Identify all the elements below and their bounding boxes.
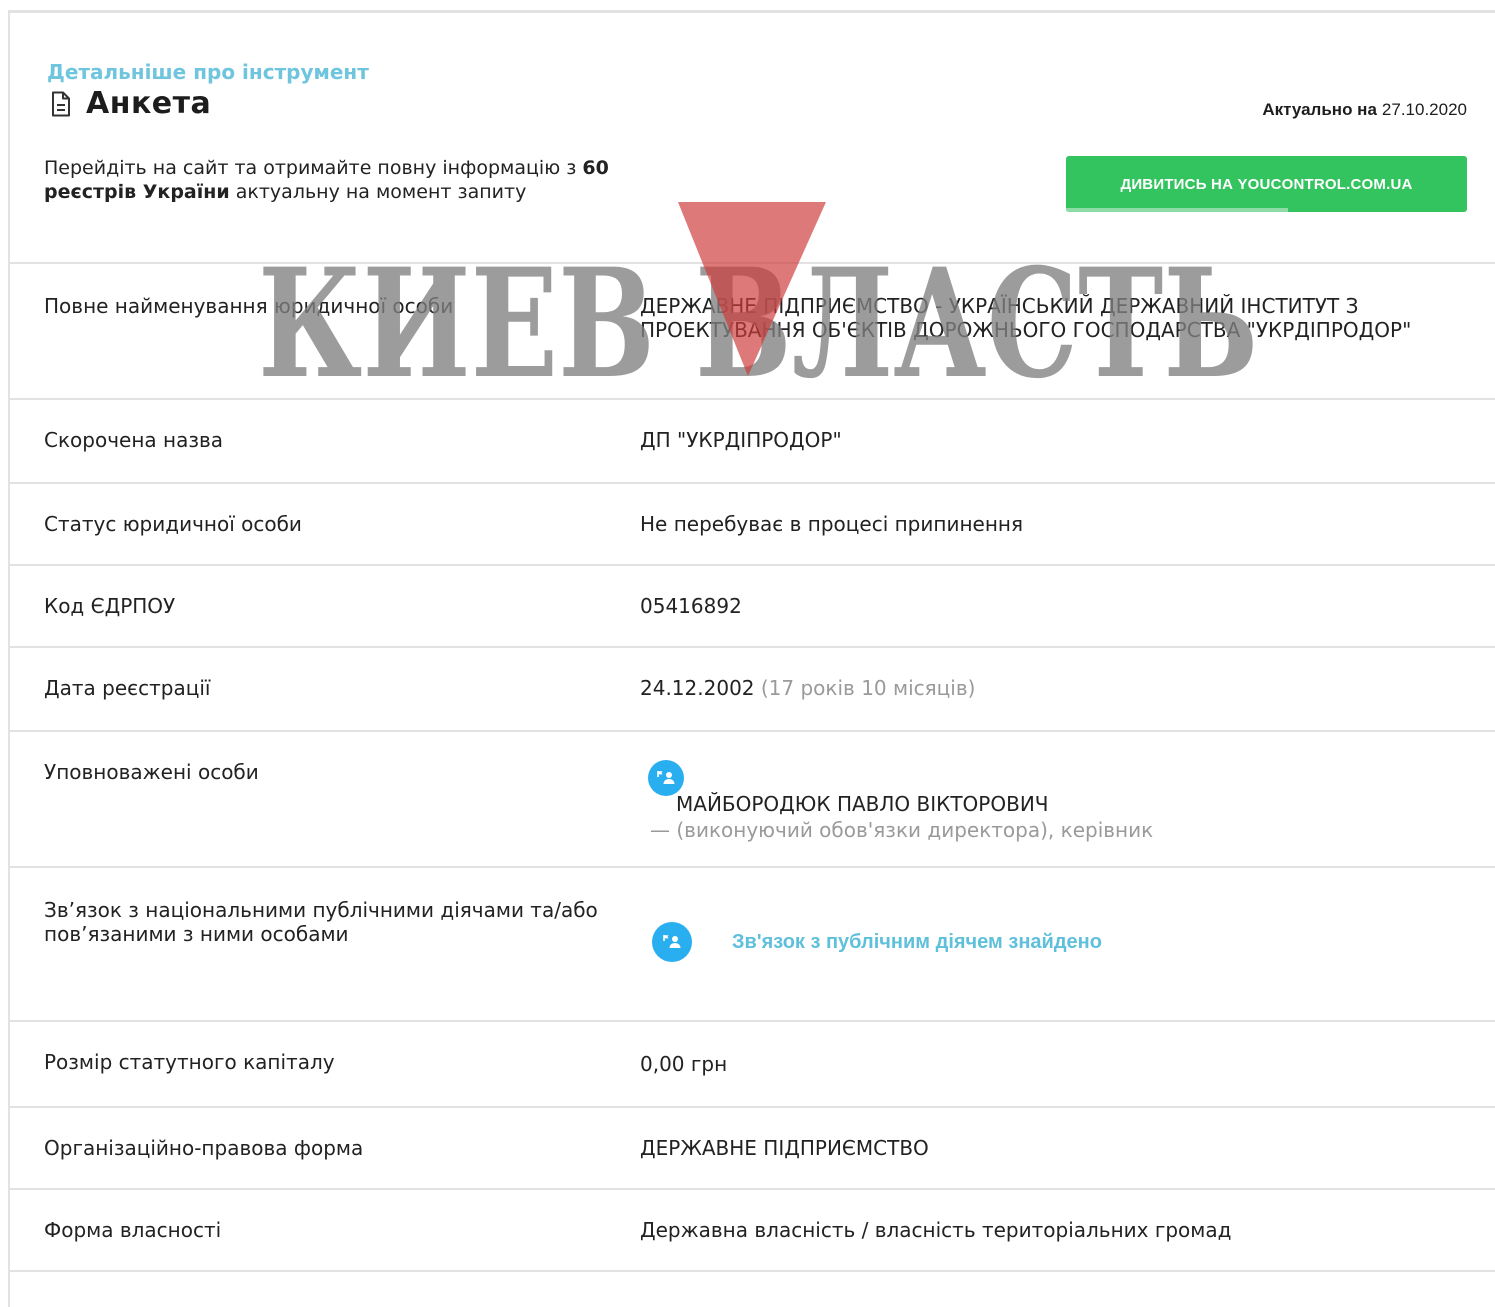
row-edrpou: Код ЄДРПОУ 05416892 xyxy=(10,564,1495,646)
pep-result: Зв'язок з публічним діячем знайдено xyxy=(652,922,1472,962)
row-value: ДЕРЖАВНЕ ПІДПРИЄМСТВО xyxy=(640,1136,929,1160)
intro-part2: актуальну на момент запиту xyxy=(235,181,527,203)
row-status: Статус юридичної особи Не перебуває в пр… xyxy=(10,482,1495,564)
page-title: Анкета xyxy=(86,86,212,121)
youcontrol-button[interactable]: ДИВИТИСЬ НА YOUCONTROL.COM.UA xyxy=(1066,156,1467,212)
row-label: Розмір статутного капіталу xyxy=(44,1050,335,1074)
title-row: Анкета xyxy=(50,86,211,121)
row-label: Повне найменування юридичної особи xyxy=(44,294,454,318)
row-legal-form: Організаційно-правова форма ДЕРЖАВНЕ ПІД… xyxy=(10,1106,1495,1188)
intro-part1: Перейдіть на сайт та отримайте повну інф… xyxy=(44,157,577,179)
row-reg-date: Дата реєстрації 24.12.2002 (17 років 10 … xyxy=(10,646,1495,730)
row-ownership: Форма власності Державна власність / вла… xyxy=(10,1188,1495,1272)
row-label: Скорочена назва xyxy=(44,428,224,452)
row-label: Уповноважені особи xyxy=(44,760,259,784)
row-value: 0,00 грн xyxy=(640,1052,728,1076)
reg-date-value: 24.12.2002 xyxy=(640,676,755,700)
actual-date: Актуально на 27.10.2020 xyxy=(1262,100,1467,120)
row-value: ДП "УКРДІПРОДОР" xyxy=(640,428,842,452)
row-value: 24.12.2002 (17 років 10 місяців) xyxy=(640,676,1460,700)
person-name[interactable]: МАЙБОРОДЮК ПАВЛО ВІКТОРОВИЧ xyxy=(676,792,1468,816)
row-value: Державна власність / власність територіа… xyxy=(640,1218,1232,1242)
row-label: Дата реєстрації xyxy=(44,676,211,700)
pep-found-link[interactable]: Зв'язок з публічним діячем знайдено xyxy=(732,930,1102,954)
reg-age: (17 років 10 місяців) xyxy=(760,676,976,700)
row-full-name: Повне найменування юридичної особи ДЕРЖА… xyxy=(10,262,1495,398)
row-value: Не перебуває в процесі припинення xyxy=(640,512,1024,536)
row-label: Зв’язок з національними публічними діяча… xyxy=(44,898,598,946)
row-label: Форма власності xyxy=(44,1218,222,1242)
row-value: 05416892 xyxy=(640,594,742,618)
actual-label: Актуально на xyxy=(1262,100,1377,119)
row-authorized: Уповноважені особи МАЙБОРОДЮК ПАВЛО ВІКТ… xyxy=(10,730,1495,866)
pep-person-icon xyxy=(652,922,692,962)
authorized-person: МАЙБОРОДЮК ПАВЛО ВІКТОРОВИЧ — (виконуючи… xyxy=(648,760,1468,842)
person-flag-icon xyxy=(648,760,684,796)
intro-bold: реєстрів України xyxy=(44,181,230,203)
row-label: Статус юридичної особи xyxy=(44,512,302,536)
row-short-name: Скорочена назва ДП "УКРДІПРОДОР" xyxy=(10,398,1495,482)
row-capital: Розмір статутного капіталу 0,00 грн xyxy=(10,1020,1495,1106)
more-about-tool-link[interactable]: Детальніше про інструмент xyxy=(47,60,369,84)
company-info-table: Повне найменування юридичної особи ДЕРЖА… xyxy=(10,262,1495,1272)
youcontrol-button-label: ДИВИТИСЬ НА YOUCONTROL.COM.UA xyxy=(1120,175,1413,193)
row-pep: Зв’язок з національними публічними діяча… xyxy=(10,866,1495,1020)
row-value: ДЕРЖАВНЕ ПІДПРИЄМСТВО - УКРАЇНСЬКИЙ ДЕРЖ… xyxy=(640,294,1412,342)
intro-count: 60 xyxy=(582,157,609,179)
row-label: Організаційно-правова форма xyxy=(44,1136,364,1160)
button-progress-bar xyxy=(1066,208,1288,212)
person-role: — (виконуючий обов'язки директора), кері… xyxy=(650,818,1154,842)
document-icon xyxy=(52,91,70,116)
intro-text: Перейдіть на сайт та отримайте повну інф… xyxy=(44,156,644,204)
row-label: Код ЄДРПОУ xyxy=(44,594,176,618)
actual-date-value: 27.10.2020 xyxy=(1381,100,1467,119)
